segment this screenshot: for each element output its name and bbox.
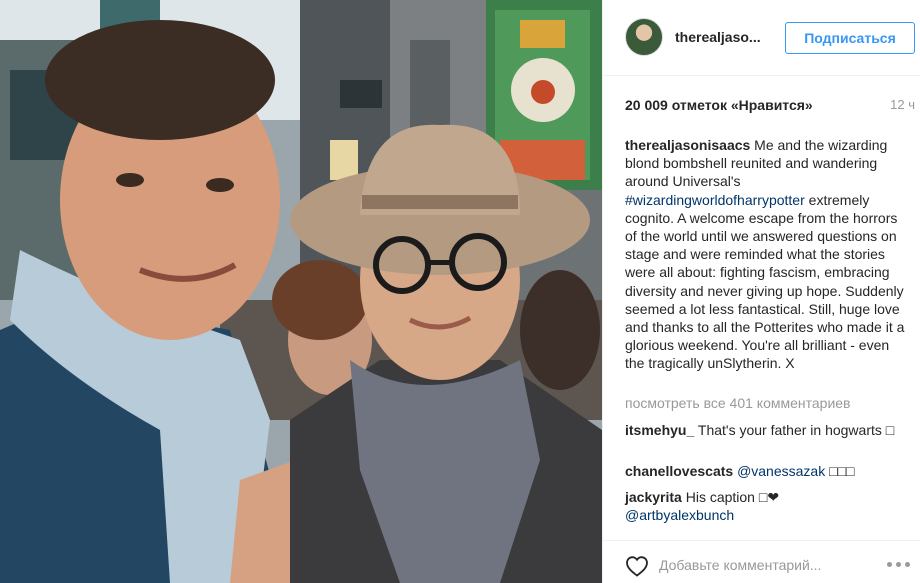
caption-text-end: extremely cognito. A welcome escape from… (625, 191, 905, 372)
likes-count[interactable]: 20 009 отметок «Нравится» (625, 97, 813, 113)
post-side-panel: therealjaso... Подписаться 20 009 отмето… (602, 0, 920, 583)
username-link[interactable]: therealjaso... (675, 29, 761, 45)
comment-username[interactable]: itsmehyu_ (625, 422, 694, 438)
heart-icon[interactable] (625, 555, 649, 577)
caption-username[interactable]: therealjasonisaacs (625, 137, 750, 153)
comment-text: His caption □❤ (681, 489, 780, 505)
comment-item: chanellovescats @vanessazak □□□ (625, 462, 905, 480)
likes-row: 20 009 отметок «Нравится» 12 ч (625, 97, 915, 117)
comment-text: That's your father in hogwarts □ (694, 422, 895, 438)
add-comment-bar (603, 540, 920, 583)
more-options-icon[interactable] (885, 555, 913, 573)
view-all-comments-link[interactable]: посмотреть все 401 комментариев (625, 395, 851, 411)
comment-input[interactable] (659, 553, 835, 577)
avatar[interactable] (625, 18, 663, 56)
comment-text: □□□ (825, 463, 855, 479)
comment-item: jackyrita His caption □❤ @artbyalexbunch (625, 488, 905, 524)
follow-button[interactable]: Подписаться (785, 22, 915, 54)
selfie-illustration (0, 0, 602, 583)
comment-mention[interactable]: @artbyalexbunch (625, 507, 734, 523)
post-caption: therealjasonisaacs Me and the wizarding … (625, 136, 905, 373)
comment-item: itsmehyu_ That's your father in hogwarts… (625, 421, 905, 439)
post-photo[interactable] (0, 0, 602, 583)
post-header: therealjaso... Подписаться (603, 0, 920, 76)
post-time[interactable]: 12 ч (890, 97, 915, 112)
comment-username[interactable]: jackyrita (625, 489, 682, 505)
caption-hashtag[interactable]: #wizardingworldofharrypotter (625, 192, 805, 208)
comment-mention[interactable]: @vanessazak (737, 463, 825, 479)
comment-username[interactable]: chanellovescats (625, 463, 733, 479)
